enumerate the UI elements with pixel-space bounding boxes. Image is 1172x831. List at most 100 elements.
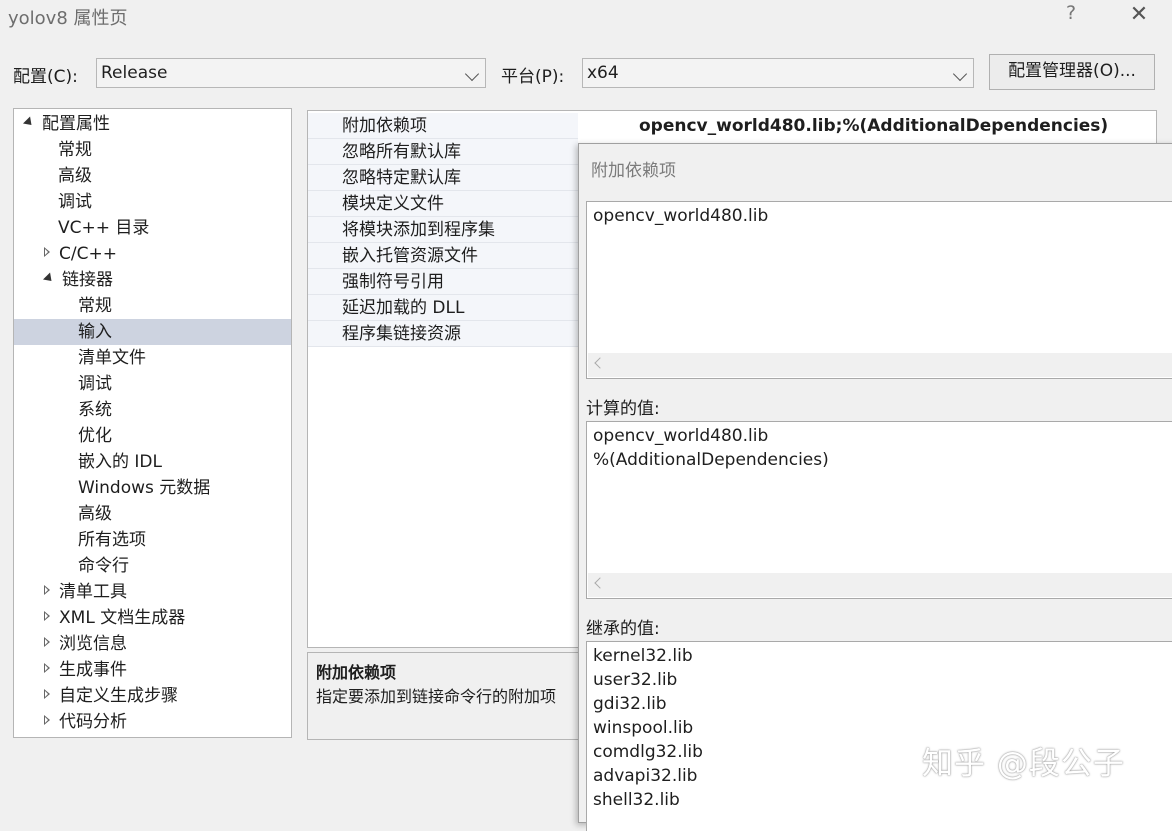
tree-item-label: 代码分析	[59, 712, 127, 732]
tree-item[interactable]: 调试	[14, 371, 291, 397]
editor-scrollbar[interactable]	[588, 353, 1172, 377]
tree-item[interactable]: C/C++	[14, 241, 291, 267]
tree-item[interactable]: 浏览信息	[14, 631, 291, 657]
tree-item-label: 命令行	[78, 556, 129, 576]
property-name: 将模块添加到程序集	[342, 220, 495, 240]
config-select[interactable]: Release	[96, 58, 486, 88]
tree-item[interactable]: 自定义生成步骤	[14, 683, 291, 709]
tree-item[interactable]: 代码分析	[14, 709, 291, 735]
window-title: yolov8 属性页	[8, 8, 128, 29]
tree-item[interactable]: 高级	[14, 501, 291, 527]
tree-item[interactable]: 清单工具	[14, 579, 291, 605]
collapsed-arrow-icon[interactable]	[44, 637, 50, 647]
platform-value: x64	[587, 63, 619, 83]
tree-item-label: 输入	[78, 322, 112, 342]
tree-item-label: 配置属性	[42, 114, 110, 134]
text-line: comdlg32.lib	[593, 742, 703, 762]
additional-dependencies-dialog: 附加依赖项 opencv_world480.lib 计算的值: opencv_w…	[578, 143, 1172, 831]
tree-item[interactable]: 常规	[14, 137, 291, 163]
property-name: 延迟加载的 DLL	[342, 298, 465, 318]
tree-item-label: 自定义生成步骤	[59, 686, 178, 706]
close-button[interactable]: ✕	[1124, 2, 1154, 30]
chevron-down-icon	[952, 66, 968, 82]
config-value: Release	[101, 63, 168, 83]
tree-item-label: 浏览信息	[59, 634, 127, 654]
tree-item-label: Windows 元数据	[78, 478, 211, 498]
tree-item-label: 清单工具	[59, 582, 127, 602]
property-name: 模块定义文件	[342, 194, 444, 214]
property-name: 嵌入托管资源文件	[342, 246, 478, 266]
tree-item[interactable]: 调试	[14, 189, 291, 215]
scroll-left-icon[interactable]	[594, 577, 606, 589]
tree-item-label: 高级	[58, 166, 92, 186]
property-value[interactable]: opencv_world480.lib;%(AdditionalDependen…	[639, 113, 1108, 139]
tree-item[interactable]: VC++ 目录	[14, 215, 291, 241]
config-label: 配置(C):	[13, 67, 78, 87]
tree-item-label: 清单文件	[78, 348, 146, 368]
collapsed-arrow-icon[interactable]	[44, 715, 50, 725]
tree-item-label: 所有选项	[78, 530, 146, 550]
text-line: user32.lib	[593, 670, 678, 690]
tree-item[interactable]: 优化	[14, 423, 291, 449]
inherited-label: 继承的值:	[586, 619, 660, 639]
tree-item[interactable]: Windows 元数据	[14, 475, 291, 501]
tree-item[interactable]: XML 文档生成器	[14, 605, 291, 631]
tree-item[interactable]: 常规	[14, 293, 291, 319]
collapsed-arrow-icon[interactable]	[44, 585, 50, 595]
tree-item-label: 高级	[78, 504, 112, 524]
inherited-values-box: kernel32.lib user32.lib gdi32.lib winspool.…	[586, 641, 1172, 831]
property-name: 强制符号引用	[342, 272, 444, 292]
help-button[interactable]: ?	[1060, 2, 1082, 30]
dialog-title: 附加依赖项	[591, 161, 676, 181]
tree-item[interactable]: 输入	[14, 319, 291, 345]
property-name: 忽略特定默认库	[342, 168, 461, 188]
property-name: 程序集链接资源	[342, 324, 461, 344]
title-bar: yolov8 属性页 ? ✕	[0, 0, 1172, 36]
tree-item[interactable]: 配置属性	[14, 111, 291, 137]
computed-scrollbar[interactable]	[588, 573, 1172, 597]
property-row[interactable]: 附加依赖项 opencv_world480.lib;%(AdditionalDep…	[308, 113, 1156, 139]
tree-item[interactable]: 命令行	[14, 553, 291, 579]
text-line: opencv_world480.lib	[593, 426, 769, 446]
collapsed-arrow-icon[interactable]	[44, 611, 50, 621]
tree-item[interactable]: 系统	[14, 397, 291, 423]
scroll-left-icon[interactable]	[594, 357, 606, 369]
description-panel: 附加依赖项 指定要添加到链接命令行的附加项	[307, 652, 587, 740]
tree-item-label: 系统	[78, 400, 112, 420]
tree-item-label: 链接器	[62, 270, 113, 290]
collapsed-arrow-icon[interactable]	[44, 663, 50, 673]
dependencies-editor[interactable]: opencv_world480.lib	[586, 201, 1172, 379]
tree-item[interactable]: 高级	[14, 163, 291, 189]
tree-item-label: 常规	[58, 140, 92, 160]
tree-item-label: 生成事件	[59, 660, 127, 680]
description-title: 附加依赖项	[316, 663, 397, 682]
tree-item-label: 常规	[78, 296, 112, 316]
computed-values-box: opencv_world480.lib %(AdditionalDependenc…	[586, 421, 1172, 599]
tree-item[interactable]: 嵌入的 IDL	[14, 449, 291, 475]
property-name: 忽略所有默认库	[342, 142, 461, 162]
text-line: kernel32.lib	[593, 646, 693, 666]
property-tree[interactable]: 配置属性 常规 高级 调试 VC++ 目录 C/C++ 链接器 常规 输入 清单文件 调试 系统 优化嵌…	[13, 108, 292, 738]
tree-item-label: 优化	[78, 426, 112, 446]
tree-item[interactable]: 生成事件	[14, 657, 291, 683]
tree-item[interactable]: 链接器	[14, 267, 291, 293]
tree-item-label: 调试	[58, 192, 92, 212]
config-manager-button[interactable]: 配置管理器(O)...	[989, 54, 1155, 90]
text-line: shell32.lib	[593, 790, 680, 810]
tree-item-label: 调试	[78, 374, 112, 394]
expanded-arrow-icon[interactable]	[22, 115, 36, 129]
platform-select[interactable]: x64	[582, 58, 974, 88]
collapsed-arrow-icon[interactable]	[44, 689, 50, 699]
tree-item-label: VC++ 目录	[58, 218, 150, 238]
text-line: advapi32.lib	[593, 766, 698, 786]
description-text: 指定要添加到链接命令行的附加项	[316, 687, 557, 706]
watermark: 知乎 @段公子	[922, 746, 1125, 782]
text-line: winspool.lib	[593, 718, 694, 738]
tree-item[interactable]: 清单文件	[14, 345, 291, 371]
tree-item[interactable]: 所有选项	[14, 527, 291, 553]
expanded-arrow-icon[interactable]	[42, 271, 56, 285]
text-line: gdi32.lib	[593, 694, 667, 714]
platform-label: 平台(P):	[501, 67, 565, 87]
collapsed-arrow-icon[interactable]	[44, 247, 50, 257]
tree-item-label: XML 文档生成器	[59, 608, 186, 628]
